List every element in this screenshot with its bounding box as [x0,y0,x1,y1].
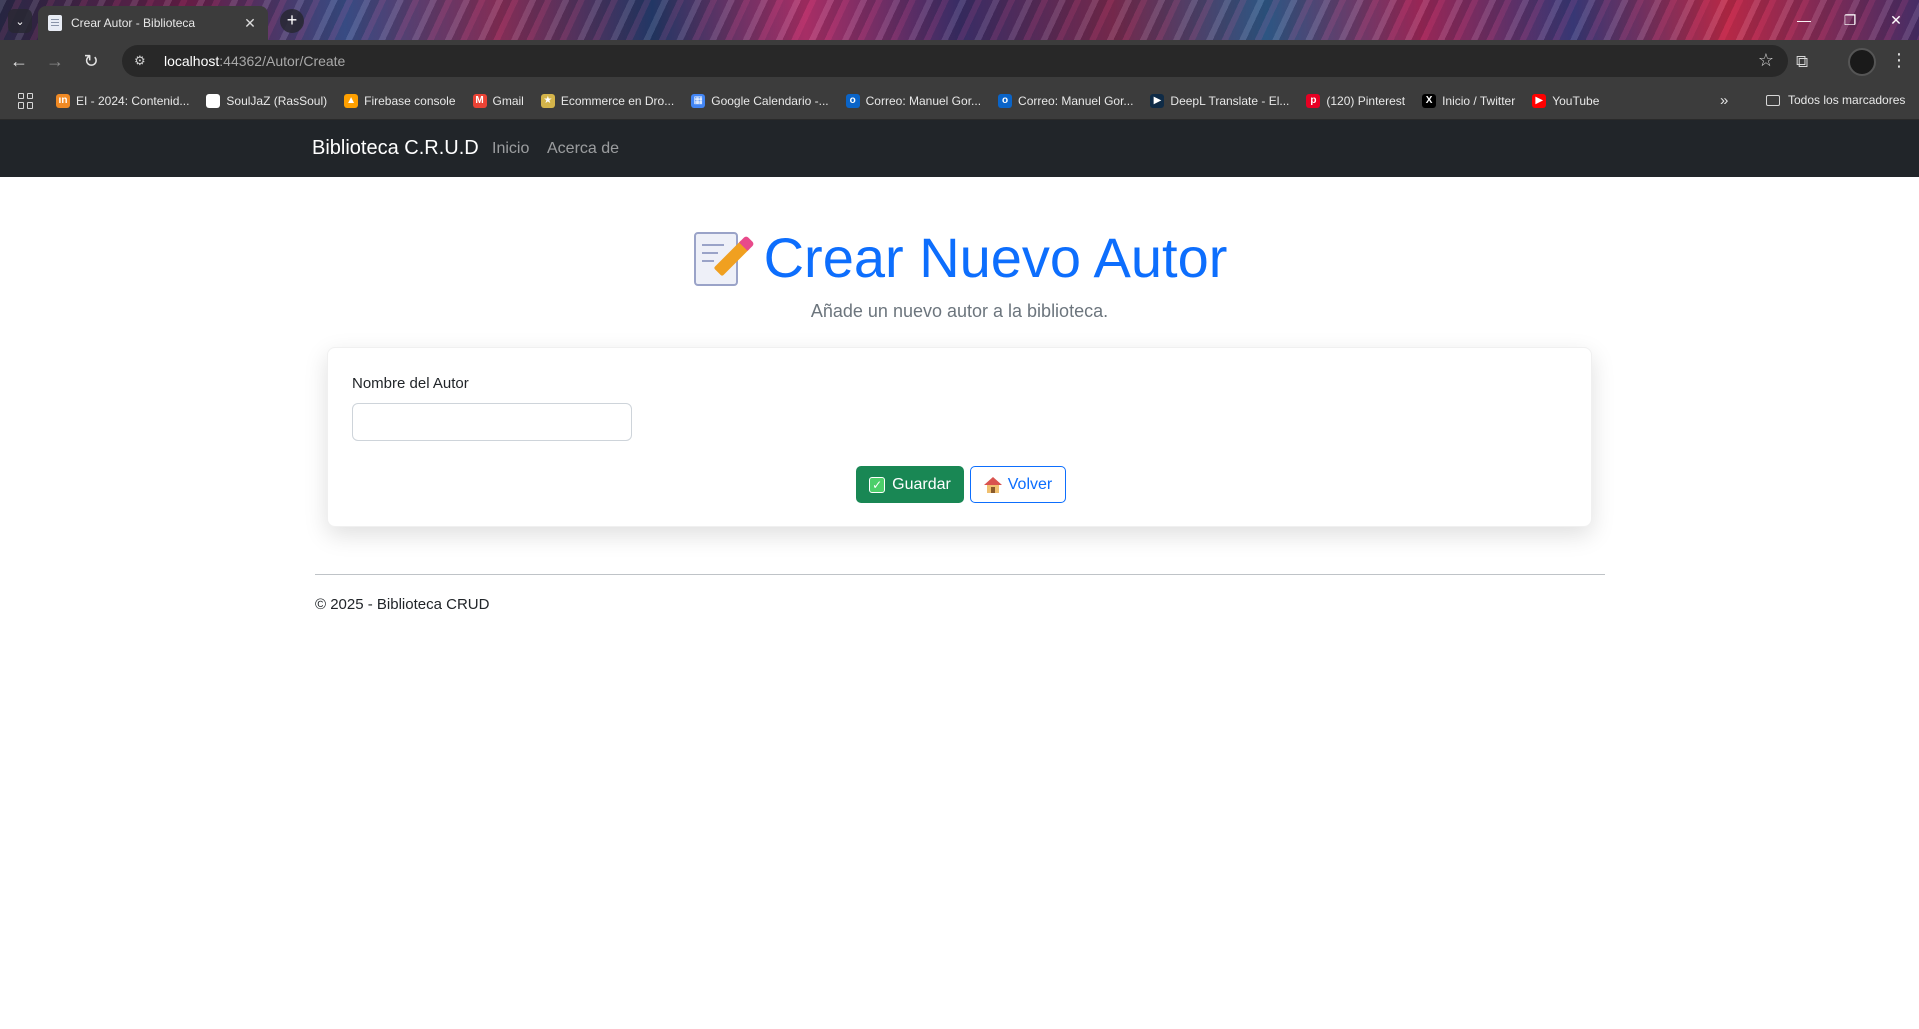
bookmark-item[interactable]: ▲ Firebase console [344,93,456,108]
all-bookmarks-button[interactable]: Todos los marcadores [1766,93,1905,107]
url-host: localhost [164,53,220,69]
close-icon[interactable]: ✕ [242,15,258,32]
bookmark-item[interactable]: ▶ YouTube [1532,93,1600,108]
window-controls: — ❐ ✕ [1781,0,1919,40]
bookmark-label: DeepL Translate - El... [1170,93,1290,108]
check-icon: ✓ [869,476,886,493]
x-icon: X [1422,93,1437,108]
navbar-brand[interactable]: Biblioteca C.R.U.D [312,137,479,160]
bookmark-item[interactable]: ● SoulJaZ (RasSoul) [206,93,328,108]
nav-link-inicio[interactable]: Inicio [492,140,529,158]
save-button-label: Guardar [892,475,951,493]
youtube-icon: ▶ [1532,93,1547,108]
page-subtitle: Añade un nuevo autor a la biblioteca. [810,300,1109,321]
kebab-menu-icon[interactable]: ⋮ [1890,50,1908,71]
window-close-icon[interactable]: ✕ [1873,0,1919,40]
reload-icon[interactable]: ↻ [74,44,108,78]
save-button[interactable]: ✓ Guardar [856,466,964,503]
restore-icon[interactable]: ❐ [1827,0,1873,40]
bookmarks-bar: ın EI - 2024: Contenid... ● SoulJaZ (RasSou… [0,82,1919,120]
new-tab-button[interactable]: + [280,9,304,33]
gmail-icon: M [472,93,487,108]
bookmark-item[interactable]: X Inicio / Twitter [1422,93,1516,108]
minimize-icon[interactable]: — [1781,0,1827,40]
bookmark-item[interactable]: M Gmail [472,93,524,108]
profile-avatar[interactable] [1848,48,1876,76]
folder-icon [1766,94,1780,106]
back-button[interactable]: Volver [970,466,1066,503]
browser-tab-strip: ⌄ Crear Autor - Biblioteca ✕ + — ❐ ✕ [0,0,1919,40]
bookmark-list: ın EI - 2024: Contenid... ● SoulJaZ (RasSou… [56,93,1616,108]
bookmark-label: Firebase console [364,93,456,108]
nav-link-acerca-de[interactable]: Acerca de [547,140,619,158]
house-icon [983,476,1002,493]
ecommerce-icon: ★ [540,93,555,108]
form-card: Nombre del Autor ✓ Guardar Volver [327,347,1592,527]
bookmark-label: Google Calendario -... [711,93,829,108]
outlook-icon: o [845,93,860,108]
page-header: Crear Nuevo Autor Añade un nuevo autor a… [0,225,1919,322]
memo-pencil-icon [692,228,750,288]
firebase-icon: ▲ [344,93,359,108]
flag-icon: ın [56,93,70,108]
browser-tab-active[interactable]: Crear Autor - Biblioteca ✕ [38,6,268,40]
github-icon: ● [206,93,221,108]
url-path: :44362/Autor/Create [219,53,346,69]
bookmark-item[interactable]: o Correo: Manuel Gor... [845,93,982,108]
bookmark-label: SoulJaZ (RasSoul) [226,93,328,108]
tab-title: Crear Autor - Biblioteca [71,16,196,30]
bookmark-label: Correo: Manuel Gor... [865,93,982,108]
bookmark-item[interactable]: ▦ Google Calendario -... [691,93,829,108]
bookmark-label: Ecommerce en Dro... [560,93,675,108]
address-bar[interactable]: ⚙ localhost:44362/Autor/Create ☆ [122,45,1788,77]
chevron-more-icon[interactable]: » [1720,92,1728,109]
bookmark-item[interactable]: ★ Ecommerce en Dro... [540,93,675,108]
bookmark-label: EI - 2024: Contenid... [76,93,190,108]
footer-copyright: © 2025 - Biblioteca CRUD [315,596,490,613]
bookmark-star-icon[interactable]: ☆ [1758,50,1774,71]
footer-divider [315,574,1605,575]
bookmark-label: Gmail [492,93,524,108]
bookmark-label: Inicio / Twitter [1442,93,1516,108]
page-title-text: Crear Nuevo Autor [763,226,1228,289]
author-name-input[interactable] [352,403,632,441]
bookmark-label: YouTube [1552,93,1600,108]
bookmark-item[interactable]: ▶ DeepL Translate - El... [1150,93,1290,108]
extensions-icon[interactable]: ⧉ [1796,52,1808,72]
author-name-label: Nombre del Autor [352,375,469,392]
apps-grid-icon[interactable] [18,92,34,109]
page-title: Crear Nuevo Autor [692,225,1228,290]
document-icon [48,15,62,31]
app-navbar: Biblioteca C.R.U.D Inicio Acerca de [0,120,1919,177]
bookmark-item[interactable]: p (120) Pinterest [1306,93,1406,108]
outlook-icon: o [998,93,1013,108]
all-bookmarks-label: Todos los marcadores [1788,93,1906,107]
deepl-icon: ▶ [1150,93,1165,108]
site-settings-icon[interactable]: ⚙ [134,53,154,69]
calendar-icon: ▦ [691,93,706,108]
bookmark-label: (120) Pinterest [1326,93,1406,108]
pinterest-icon: p [1306,93,1321,108]
bookmark-item[interactable]: ın EI - 2024: Contenid... [56,93,190,108]
bookmark-item[interactable]: o Correo: Manuel Gor... [998,93,1134,108]
back-arrow-icon[interactable]: ← [2,44,36,78]
tab-search-icon[interactable]: ⌄ [8,9,32,33]
bookmark-label: Correo: Manuel Gor... [1018,93,1134,108]
back-button-label: Volver [1007,475,1053,493]
forward-arrow-icon[interactable]: → [38,44,72,78]
browser-toolbar: ← → ↻ ⚙ localhost:44362/Autor/Create ☆ [0,40,1919,82]
